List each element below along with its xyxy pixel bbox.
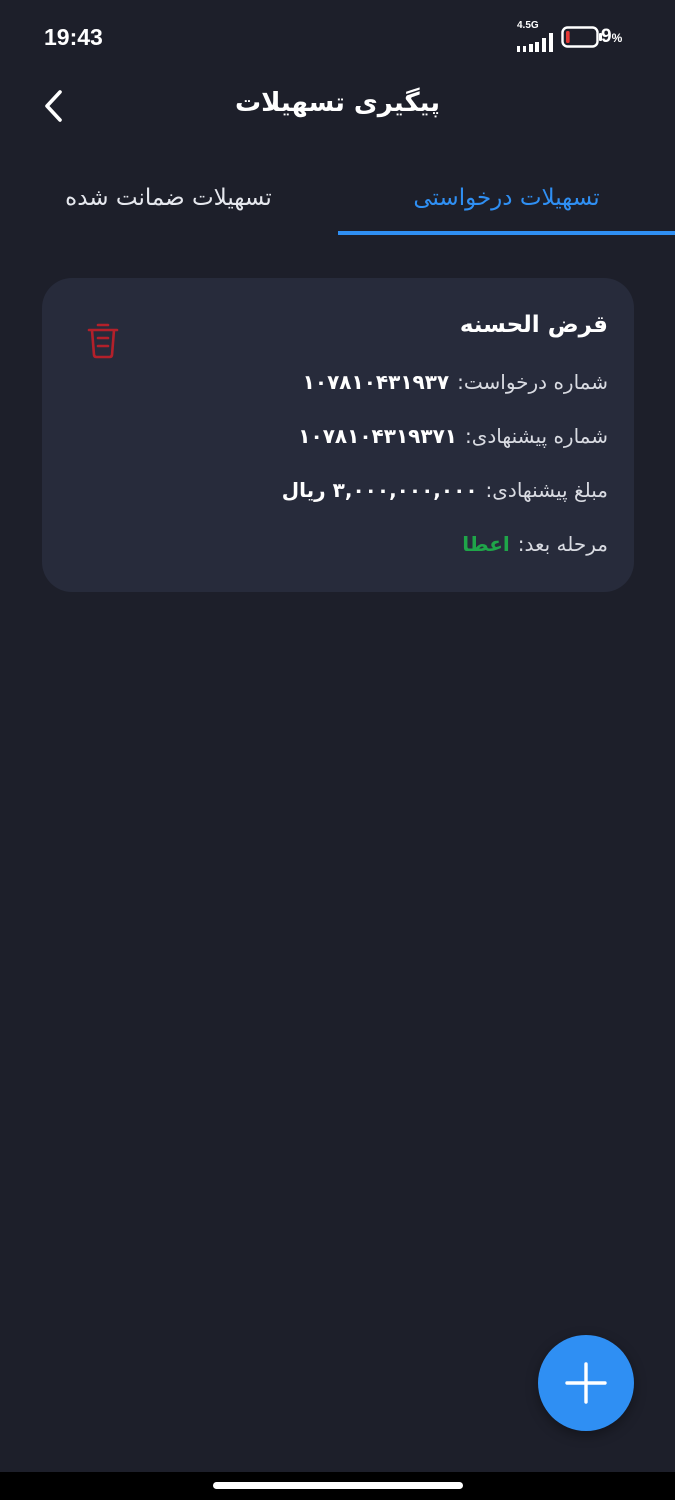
signal-icon	[517, 33, 553, 52]
active-tab-indicator	[338, 231, 675, 235]
proposal-number-value: ۱۰۷۸۱۰۴۳۱۹۳۷۱	[298, 424, 457, 448]
proposed-amount-value: ۳,۰۰۰,۰۰۰,۰۰۰ ریال	[281, 478, 478, 502]
page-title: پیگیری تسهیلات	[234, 88, 441, 118]
add-facility-button[interactable]	[538, 1335, 634, 1431]
home-indicator[interactable]	[213, 1482, 463, 1489]
tab-guaranteed-facilities[interactable]: تسهیلات ضمانت شده	[0, 160, 337, 236]
proposal-number-label: شماره پیشنهادی:	[465, 424, 608, 448]
plus-icon	[565, 1362, 607, 1404]
facility-card[interactable]: قرض الحسنه شماره درخواست: ۱۰۷۸۱۰۴۳۱۹۳۷ شم…	[42, 278, 634, 592]
status-time: 19:43	[44, 24, 103, 50]
proposed-amount-row: مبلغ پیشنهادی: ۳,۰۰۰,۰۰۰,۰۰۰ ریال	[282, 478, 608, 502]
trash-icon[interactable]	[86, 320, 120, 360]
request-number-value: ۱۰۷۸۱۰۴۳۱۹۳۷	[302, 370, 450, 394]
proposed-amount-label: مبلغ پیشنهادی:	[485, 478, 608, 502]
next-step-value: اعطا	[462, 532, 510, 556]
next-step-row: مرحله بعد: اعطا	[462, 532, 608, 556]
request-number-row: شماره درخواست: ۱۰۷۸۱۰۴۳۱۹۳۷	[303, 370, 608, 394]
tab-bar: تسهیلات درخواستی تسهیلات ضمانت شده	[0, 160, 675, 238]
proposal-number-row: شماره پیشنهادی: ۱۰۷۸۱۰۴۳۱۹۳۷۱	[298, 424, 608, 448]
battery-percent: 9%	[601, 26, 623, 47]
tab-requested-facilities[interactable]: تسهیلات درخواستی	[338, 160, 675, 236]
facility-title: قرض الحسنه	[459, 312, 608, 338]
network-type-label: 4.5G	[517, 20, 539, 31]
status-bar: 19:43 4.5G 9%	[0, 0, 675, 72]
next-step-label: مرحله بعد:	[517, 532, 608, 556]
request-number-label: شماره درخواست:	[457, 370, 608, 394]
screen: 19:43 4.5G 9% پیگیری تسهیلات تسهیلات درخ…	[0, 0, 675, 1500]
battery-icon	[561, 26, 602, 48]
header: پیگیری تسهیلات	[0, 72, 675, 142]
